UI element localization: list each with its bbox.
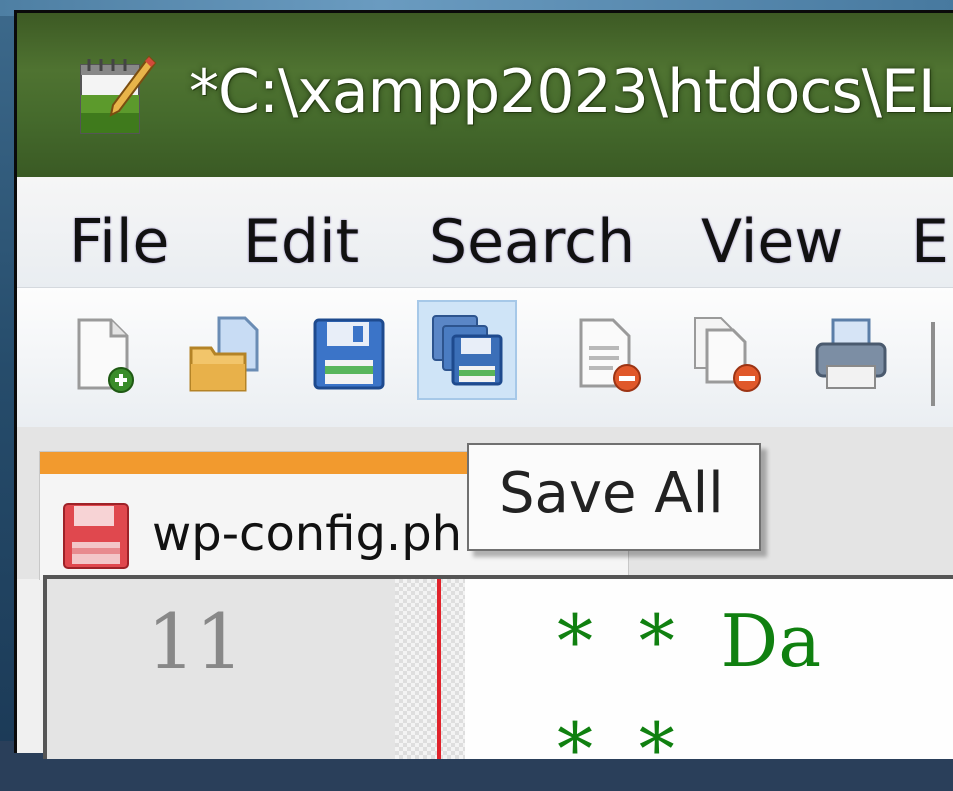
save-icon [313, 318, 385, 390]
open-folder-icon [189, 316, 259, 392]
print-button[interactable] [803, 306, 899, 402]
code-line-next[interactable]: * * [557, 707, 675, 791]
notepad-plus-plus-window: *C:\xampp2023\htdocs\EL File Edit Search… [14, 10, 953, 791]
line-number: 11 [147, 597, 244, 686]
new-file-icon [77, 318, 134, 393]
save-all-button[interactable] [417, 300, 517, 400]
print-icon [815, 318, 887, 389]
menu-search[interactable]: Search [429, 207, 635, 277]
title-bar[interactable]: *C:\xampp2023\htdocs\EL [17, 13, 953, 177]
notepad-app-icon [80, 55, 157, 134]
open-file-button[interactable] [177, 306, 273, 402]
close-all-button[interactable] [681, 306, 777, 402]
menu-edit[interactable]: Edit [243, 207, 359, 277]
edge-line [437, 579, 441, 759]
save-button[interactable] [301, 306, 397, 402]
window-title: *C:\xampp2023\htdocs\EL [189, 57, 951, 127]
close-button[interactable] [563, 306, 659, 402]
menu-view[interactable]: View [701, 207, 843, 277]
tooltip-text: Save All [499, 461, 724, 526]
line-number-gutter: 11 [47, 579, 395, 759]
save-all-tooltip: Save All [467, 443, 761, 551]
menu-file[interactable]: File [69, 207, 169, 277]
unsaved-file-icon [63, 503, 129, 569]
fold-margin[interactable] [395, 579, 465, 759]
code-line[interactable]: * * Da [557, 599, 821, 683]
editor-area[interactable]: 11 * * Da * * [43, 575, 953, 791]
tab-label: wp-config.ph [152, 506, 463, 562]
toolbar [17, 287, 953, 428]
toolbar-separator [931, 322, 935, 406]
save-all-icon [432, 315, 503, 386]
menu-encoding[interactable]: E [911, 207, 949, 277]
new-file-button[interactable] [57, 306, 153, 402]
close-file-icon [579, 318, 641, 392]
menu-bar: File Edit Search View E [17, 177, 953, 287]
close-all-icon [694, 317, 761, 392]
